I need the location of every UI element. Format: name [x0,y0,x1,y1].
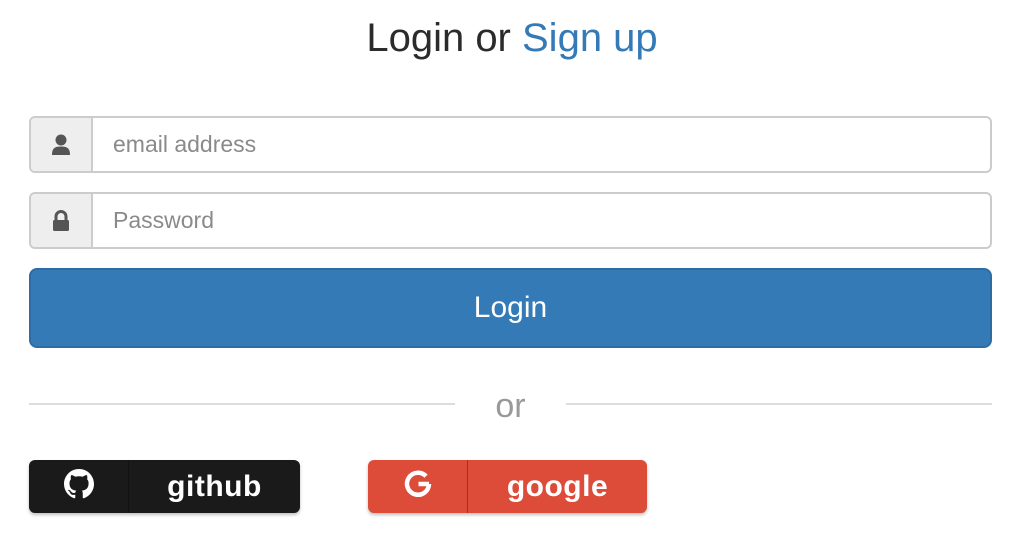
email-addon [31,118,93,171]
google-login-button[interactable]: google [368,460,647,513]
email-input-group [29,116,992,173]
github-icon-box [29,460,129,513]
github-icon [63,469,94,504]
password-addon [31,194,93,247]
signup-link[interactable]: Sign up [522,16,658,60]
github-label: github [167,469,262,503]
login-title-text: Login or [366,16,522,60]
user-icon [51,134,71,156]
password-field[interactable] [93,194,990,247]
password-input-group [29,192,992,249]
email-field[interactable] [93,118,990,171]
divider-line-left [29,403,455,405]
github-login-button[interactable]: github [29,460,300,513]
google-label: google [506,469,609,503]
divider-or-text: or [495,387,526,425]
login-page: Login or Sign up Login or [0,0,1024,544]
google-icon-box [368,460,468,513]
lock-icon [52,209,70,232]
google-icon [403,469,433,504]
divider-line-right [566,403,992,405]
login-button[interactable]: Login [29,268,992,348]
page-title: Login or Sign up [0,12,1024,64]
